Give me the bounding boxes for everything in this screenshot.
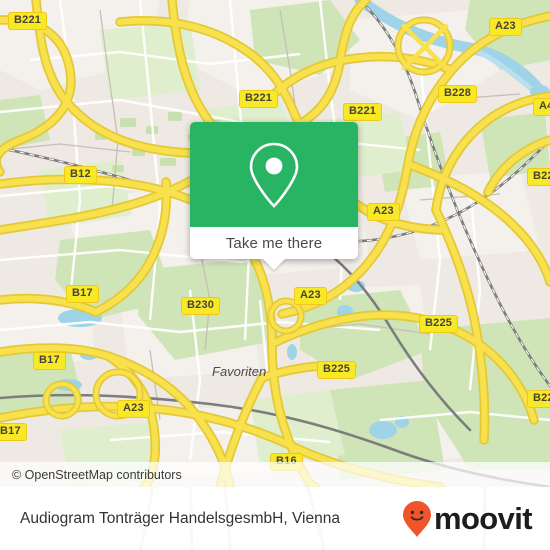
road-shield: B225 [317, 361, 357, 379]
road-shield: A23 [367, 203, 400, 221]
moovit-smiley-pin-icon [402, 500, 431, 537]
road-shield: B17 [66, 285, 99, 303]
road-shield: A4 [533, 98, 550, 116]
take-me-there-label: Take me there [225, 234, 323, 252]
road-shield: B221 [8, 12, 48, 30]
road-shield: B17 [33, 352, 66, 370]
poi-popup-card[interactable]: Take me there [190, 122, 358, 270]
road-shield: B225 [419, 315, 459, 333]
road-shield: B230 [181, 297, 221, 315]
poi-card-pointer-tail [263, 259, 285, 270]
road-shield: B17 [0, 423, 27, 441]
road-shield: A23 [294, 287, 327, 305]
bottom-info-bar: Audiogram Tonträger HandelsgesmbH, Vienn… [0, 487, 550, 550]
road-shield: B221 [343, 103, 383, 121]
poi-card-footer[interactable]: Take me there [190, 227, 358, 270]
place-label: Favoriten [212, 364, 267, 379]
map-pin-icon [249, 142, 299, 208]
poi-card-image [190, 122, 358, 227]
road-shield: A23 [117, 400, 150, 418]
map-canvas[interactable]: B221 B221 B221 B12 B228 A23 A4 B221 A23 B17 B17 B23… [0, 0, 550, 487]
road-shield: A23 [489, 18, 522, 36]
road-shield: B221 [527, 168, 550, 186]
moovit-map-page: B221 B221 B221 B12 B228 A23 A4 B221 A23 B17 B17 B23… [0, 0, 550, 550]
road-shield: B12 [64, 166, 97, 184]
road-shield: B222 [527, 390, 550, 408]
moovit-wordmark: moovit [433, 501, 533, 536]
page-title: Audiogram Tonträger HandelsgesmbH, Vienn… [20, 509, 340, 527]
openstreetmap-attribution[interactable]: © OpenStreetMap contributors [0, 468, 182, 482]
moovit-logo[interactable]: moovit [402, 500, 533, 538]
road-shield: B228 [438, 85, 478, 103]
map-attribution-bar: © OpenStreetMap contributors [0, 462, 550, 487]
road-shield: B221 [239, 90, 279, 108]
